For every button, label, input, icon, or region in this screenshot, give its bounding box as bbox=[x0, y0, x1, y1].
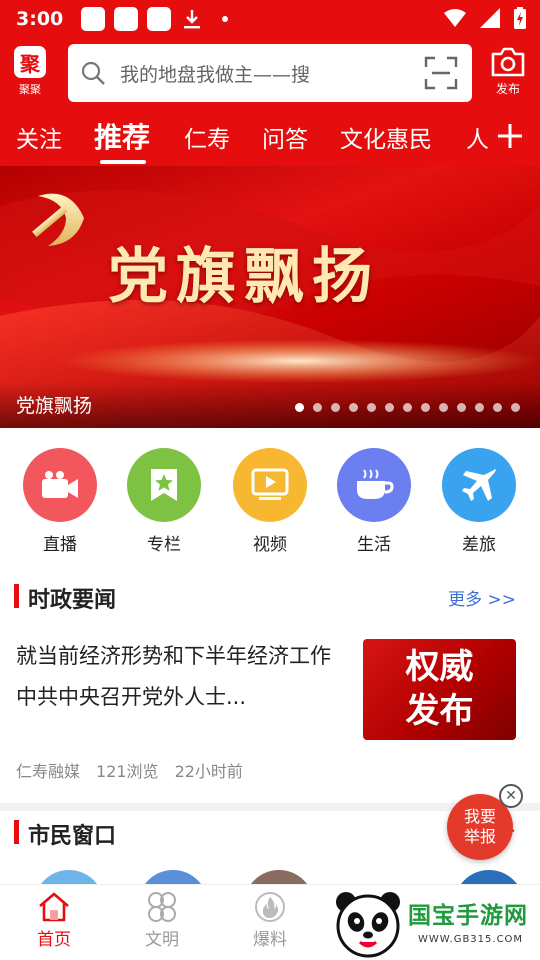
carousel-dot[interactable] bbox=[367, 403, 376, 412]
app-logo-icon: 聚 bbox=[14, 46, 46, 78]
close-icon[interactable]: ✕ bbox=[499, 784, 523, 808]
tab-culture[interactable]: 文化惠民 bbox=[340, 120, 432, 154]
fire-icon bbox=[255, 892, 285, 922]
site-watermark: 国宝手游网 WWW.GB315.COM bbox=[332, 888, 540, 960]
quick-link-label: 视频 bbox=[253, 535, 287, 555]
carousel-dot[interactable] bbox=[385, 403, 394, 412]
status-time: 3:00 bbox=[16, 8, 64, 30]
banner-caption: 党旗飘扬 bbox=[16, 395, 93, 417]
scan-icon[interactable] bbox=[424, 56, 458, 90]
thumb-text: 发布 bbox=[405, 691, 474, 731]
notification-icon bbox=[81, 7, 106, 31]
watermark-text: 国宝手游网 bbox=[408, 903, 528, 929]
section-title: 时政要闻 bbox=[28, 588, 117, 613]
carousel-dot[interactable] bbox=[331, 403, 340, 412]
watermark-url: WWW.GB315.COM bbox=[418, 934, 524, 945]
news-thumbnail[interactable]: 权威 发布 bbox=[363, 639, 516, 740]
tab-follow[interactable]: 关注 bbox=[16, 120, 62, 154]
quick-link-label: 直播 bbox=[43, 535, 77, 555]
section-title: 市民窗口 bbox=[28, 824, 117, 849]
news-views: 121浏览 bbox=[96, 762, 159, 781]
more-link[interactable]: 更多 >> bbox=[448, 585, 516, 610]
news-title[interactable]: 就当前经济形势和下半年经济工作 中共中央召开党外人士... bbox=[16, 636, 344, 718]
carousel-dot[interactable] bbox=[457, 403, 466, 412]
nav-label: 文明 bbox=[145, 930, 179, 950]
plus-icon bbox=[498, 124, 522, 148]
carousel-dots bbox=[295, 403, 520, 412]
nav-home[interactable]: 首页 bbox=[14, 891, 94, 950]
quick-link-video[interactable]: 视频 bbox=[230, 448, 310, 555]
banner-carousel[interactable]: 党旗飘扬 党旗飘扬 bbox=[0, 166, 540, 428]
logo-label: 聚聚 bbox=[19, 83, 41, 96]
app-logo-button[interactable]: 聚 聚聚 bbox=[10, 46, 50, 102]
politics-section-header: 时政要闻 更多 >> bbox=[14, 582, 526, 613]
wifi-icon bbox=[444, 9, 466, 27]
quick-link-label: 差旅 bbox=[462, 535, 496, 555]
camera-icon bbox=[491, 47, 525, 77]
more-notifications-dot bbox=[222, 16, 229, 22]
search-icon bbox=[81, 61, 105, 85]
notification-icon bbox=[147, 7, 172, 31]
tab-recommend[interactable]: 推荐 bbox=[94, 116, 150, 156]
carousel-dot[interactable] bbox=[475, 403, 484, 412]
quick-link-label: 生活 bbox=[357, 535, 391, 555]
coffee-cup-icon bbox=[337, 448, 411, 522]
notification-icon bbox=[114, 7, 139, 31]
panda-logo-icon bbox=[336, 892, 400, 958]
tab-people[interactable]: 人 bbox=[466, 120, 489, 154]
download-icon bbox=[184, 10, 201, 29]
news-meta: 仁寿融媒 121浏览 22小时前 bbox=[16, 758, 243, 782]
nav-label: 首页 bbox=[37, 930, 71, 950]
section-accent-bar bbox=[14, 584, 19, 608]
nav-tipoff[interactable]: 爆料 bbox=[230, 891, 310, 950]
publish-button[interactable]: 发布 bbox=[486, 46, 530, 102]
carousel-dot[interactable] bbox=[421, 403, 430, 412]
app-header: 聚 聚聚 我的地盘我做主——搜 发布 bbox=[0, 38, 540, 110]
carousel-dot[interactable] bbox=[511, 403, 520, 412]
signal-icon bbox=[480, 8, 500, 28]
carousel-dot[interactable] bbox=[349, 403, 358, 412]
search-input[interactable]: 我的地盘我做主——搜 bbox=[68, 44, 472, 102]
report-label: 举报 bbox=[463, 827, 496, 846]
play-screen-icon bbox=[233, 448, 307, 522]
quick-link-travel[interactable]: 差旅 bbox=[439, 448, 519, 555]
quick-link-life[interactable]: 生活 bbox=[334, 448, 414, 555]
thumb-text: 权威 bbox=[405, 647, 474, 687]
clover-icon bbox=[148, 892, 176, 922]
report-label: 我要 bbox=[463, 807, 496, 826]
nav-label: 爆料 bbox=[253, 930, 287, 950]
banner-headline: 党旗飘扬 bbox=[108, 242, 380, 312]
section-accent-bar bbox=[14, 820, 19, 844]
quick-link-column[interactable]: 专栏 bbox=[124, 448, 204, 555]
news-time: 22小时前 bbox=[174, 762, 243, 781]
video-camera-icon bbox=[23, 448, 97, 522]
quick-links: 直播 专栏 视频 生活 差旅 bbox=[0, 448, 540, 555]
add-channel-button[interactable] bbox=[490, 116, 530, 156]
tab-qa[interactable]: 问答 bbox=[262, 120, 308, 154]
quick-link-live[interactable]: 直播 bbox=[20, 448, 100, 555]
carousel-dot[interactable] bbox=[313, 403, 322, 412]
tab-renshou[interactable]: 仁寿 bbox=[184, 120, 230, 154]
news-source: 仁寿融媒 bbox=[16, 762, 81, 781]
channel-tabs: 关注 推荐 仁寿 问答 文化惠民 人 bbox=[0, 110, 540, 166]
carousel-dot[interactable] bbox=[295, 403, 304, 412]
status-bar: 3:00 bbox=[0, 0, 540, 38]
carousel-dot[interactable] bbox=[439, 403, 448, 412]
search-placeholder: 我的地盘我做主——搜 bbox=[120, 63, 311, 86]
carousel-dot[interactable] bbox=[493, 403, 502, 412]
active-tab-indicator bbox=[100, 160, 146, 164]
home-icon bbox=[39, 892, 69, 922]
carousel-dot[interactable] bbox=[403, 403, 412, 412]
nav-civilization[interactable]: 文明 bbox=[122, 891, 202, 950]
airplane-icon bbox=[442, 448, 516, 522]
bookmark-star-icon bbox=[127, 448, 201, 522]
publish-label: 发布 bbox=[495, 82, 520, 96]
battery-icon bbox=[514, 7, 526, 29]
quick-link-label: 专栏 bbox=[147, 535, 181, 555]
